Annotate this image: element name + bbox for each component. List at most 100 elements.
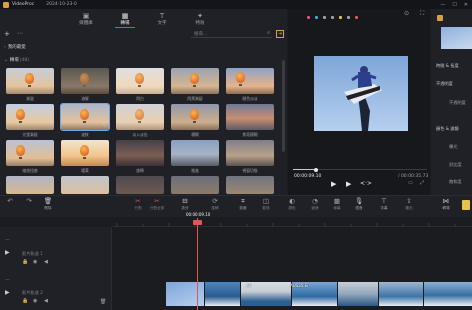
tab-text[interactable]: T 文字	[144, 9, 180, 29]
step-frame-icon[interactable]: <·>	[360, 180, 372, 187]
split-button[interactable]: ✂ 分割	[128, 197, 148, 211]
split-all-icon: ✂	[154, 197, 160, 205]
panel-scrollbar[interactable]	[282, 60, 285, 152]
play-icon[interactable]: ▶	[331, 180, 336, 188]
transition-tile-selected[interactable]: ♡	[60, 103, 110, 131]
transition-tile[interactable]	[116, 68, 164, 94]
trash-icon[interactable]: 🗑	[100, 299, 106, 305]
track-name: 影片軌道 2	[22, 290, 43, 295]
more-icon[interactable]: ⋯	[17, 29, 23, 39]
minimize-button[interactable]: —	[440, 2, 445, 8]
expand-icon[interactable]: ⤢	[420, 180, 424, 186]
transition-tile[interactable]	[116, 176, 164, 194]
transition-tile[interactable]	[226, 68, 274, 94]
tab-transitions[interactable]: ▦ 轉場	[107, 9, 143, 29]
scissors-icon: ✂	[135, 197, 141, 205]
speed-button[interactable]: ◔ 變速	[305, 197, 325, 211]
transition-tile[interactable]	[6, 176, 54, 194]
section-transitions[interactable]: ⌄ 轉場 (48)	[4, 57, 29, 64]
redo-button[interactable]: ↷	[19, 197, 39, 206]
transition-tile[interactable]	[61, 68, 109, 94]
export-button[interactable]	[462, 200, 470, 210]
snapshot-icon[interactable]: ⊙	[404, 10, 409, 17]
timeline-ruler[interactable]	[113, 217, 472, 227]
search-icon[interactable]: ⌕	[267, 30, 270, 36]
progress-knob[interactable]	[314, 167, 318, 172]
eye-icon[interactable]: ◉	[33, 298, 37, 304]
playhead[interactable]	[197, 218, 198, 310]
property-color-filter[interactable]: 顏色 & 濾鏡	[436, 126, 459, 132]
mute-icon[interactable]: ◀	[44, 259, 48, 265]
transition-tile[interactable]	[171, 140, 219, 166]
transition-tile[interactable]	[61, 140, 109, 166]
eye-icon[interactable]: ◉	[33, 259, 37, 265]
chevron-right-icon: ›	[4, 44, 6, 50]
undo-icon: ↶	[7, 197, 13, 205]
section-title: 我的最愛	[7, 45, 26, 50]
transition-tile[interactable]	[6, 140, 54, 166]
aspect-icon[interactable]: ▭	[408, 180, 413, 186]
crop-button[interactable]: ⌗ 剪裁	[233, 197, 253, 211]
undo-button[interactable]: ↶	[0, 197, 20, 206]
preview-frame[interactable]	[314, 56, 408, 131]
export-tool-button[interactable]: ⇪ 匯出	[399, 197, 419, 211]
tool-label: 分割	[134, 206, 142, 210]
maximize-button[interactable]: ☐	[452, 2, 456, 8]
track-more-icon[interactable]: ⋯	[5, 277, 10, 283]
greenscreen-button[interactable]: ▩ 綠幕	[327, 197, 347, 211]
rotate-button[interactable]: ⟳ 旋轉	[205, 197, 225, 211]
split-all-button[interactable]: ✂ 分割全部	[147, 197, 167, 211]
fullscreen-icon[interactable]: ⛶	[420, 10, 424, 18]
transition-tool-button[interactable]: ⋈ 轉場	[436, 197, 456, 211]
section-title: 轉場	[9, 58, 19, 63]
color-button[interactable]: ◐ 調色	[282, 197, 302, 211]
track-more-icon[interactable]: ⋯	[5, 237, 10, 243]
delete-button[interactable]: 🗑 刪除	[38, 197, 58, 211]
tab-media[interactable]: ▣ 媒體庫	[68, 9, 104, 29]
play-forward-icon[interactable]: ▶	[346, 180, 351, 188]
section-favorites[interactable]: › 我的最愛	[4, 44, 26, 51]
transition-tile[interactable]	[171, 68, 219, 94]
lock-icon[interactable]: 🔒	[22, 259, 28, 265]
collapse-panel-button[interactable]: ⇥	[276, 30, 284, 38]
transition-tile[interactable]	[61, 176, 109, 194]
ruler-ticks	[116, 223, 456, 227]
tab-effects[interactable]: ✦ 特效	[182, 9, 218, 29]
close-button[interactable]: ✕	[464, 2, 468, 8]
search-input[interactable]: 搜尋... ⌕	[191, 30, 272, 38]
lock-icon[interactable]: 🔒	[22, 298, 28, 304]
subtitle-button[interactable]: ⊤ 字幕	[374, 197, 394, 211]
video-clip[interactable]	[424, 282, 472, 306]
status-dot	[315, 16, 318, 19]
voice-button[interactable]: 🎙 語音	[349, 197, 369, 211]
transition-tile[interactable]	[6, 104, 54, 130]
video-clip[interactable]	[166, 282, 204, 306]
mute-icon[interactable]: ◀	[44, 298, 48, 304]
motion-button[interactable]: ◫ 動態	[256, 197, 276, 211]
transition-tile[interactable]	[171, 104, 219, 130]
preview-progress[interactable]	[293, 167, 427, 172]
transition-tile[interactable]	[226, 104, 274, 130]
video-clip[interactable]	[338, 282, 378, 306]
track-name: 影片軌道 1	[22, 251, 43, 256]
preview-duration: / 00:00:35.73	[398, 174, 429, 179]
project-name[interactable]: 2024-10-23-0	[46, 2, 77, 7]
transition-tile[interactable]	[226, 140, 274, 166]
property-time-length[interactable]: 時間 & 長度	[436, 63, 459, 69]
detach-button[interactable]: ⊟ 拆分	[175, 197, 195, 211]
playhead-handle[interactable]	[193, 220, 202, 225]
app-name: VideoProc	[12, 2, 35, 7]
video-clip[interactable]	[379, 282, 423, 306]
add-icon[interactable]: +	[4, 29, 10, 39]
status-dot	[331, 16, 334, 19]
video-clip[interactable]	[205, 282, 240, 306]
transition-tile[interactable]	[116, 140, 164, 166]
property-opacity[interactable]: 不透明度	[436, 81, 453, 87]
transition-tile[interactable]	[226, 176, 274, 194]
redo-icon: ↷	[26, 197, 32, 205]
transition-tile[interactable]	[116, 104, 164, 130]
transition-tile[interactable]	[6, 68, 54, 94]
favorite-heart-icon[interactable]: ♡	[103, 123, 107, 129]
properties-tab-icon[interactable]	[437, 15, 443, 21]
transition-tile[interactable]	[171, 176, 219, 194]
